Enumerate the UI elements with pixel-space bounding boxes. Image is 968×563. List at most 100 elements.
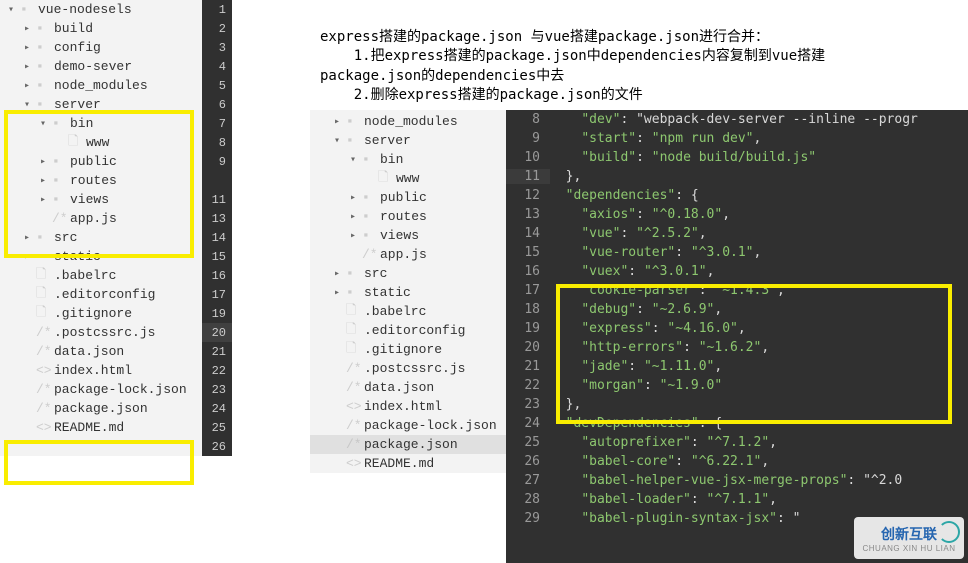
tree-item-.postcssrc.js[interactable]: /*.postcssrc.js20 bbox=[0, 323, 232, 342]
tree-item-server[interactable]: ▾▪server bbox=[310, 131, 506, 150]
gutter-line-number: 19 bbox=[202, 304, 232, 323]
editor-line[interactable]: 8 "dev": "webpack-dev-server --inline --… bbox=[506, 110, 968, 129]
tree-item-.postcssrc.js[interactable]: /*.postcssrc.js bbox=[310, 359, 506, 378]
editor-line[interactable]: 14 "vue": "^2.5.2", bbox=[506, 224, 968, 243]
gutter-line-number: 16 bbox=[202, 266, 232, 285]
tree-item-.gitignore[interactable]: 🗋.gitignore19 bbox=[0, 304, 232, 323]
editor-line[interactable]: 13 "axios": "^0.18.0", bbox=[506, 205, 968, 224]
code-icon: <> bbox=[346, 456, 360, 471]
tree-item-app.js[interactable]: /*app.js13 bbox=[0, 209, 232, 228]
tree-item-.editorconfig[interactable]: 🗋.editorconfig17 bbox=[0, 285, 232, 304]
tree-item-label: README.md bbox=[364, 456, 434, 471]
tree-item-src[interactable]: ▸▪src bbox=[310, 264, 506, 283]
editor-line[interactable]: 11 }, bbox=[506, 167, 968, 186]
editor-line[interactable]: 10 "build": "node build/build.js" bbox=[506, 148, 968, 167]
line-number: 29 bbox=[506, 511, 550, 526]
tree-item-package-lock.json[interactable]: /*package-lock.json23 bbox=[0, 380, 232, 399]
tree-item-label: build bbox=[54, 21, 93, 36]
tree-item-label: views bbox=[380, 228, 419, 243]
tree-item-config[interactable]: ▸▪config3 bbox=[0, 38, 232, 57]
chevron-icon: ▸ bbox=[40, 175, 50, 187]
tree-item-node_modules[interactable]: ▸▪node_modules bbox=[310, 112, 506, 131]
file-icon: 🗋 bbox=[36, 303, 50, 325]
tree-item-label: index.html bbox=[364, 399, 442, 414]
chevron-icon: ▸ bbox=[24, 251, 34, 263]
tree-item-static[interactable]: ▸▪static bbox=[310, 283, 506, 302]
editor-line[interactable]: 18 "debug": "~2.6.9", bbox=[506, 300, 968, 319]
editor-line[interactable]: 23 }, bbox=[506, 395, 968, 414]
editor-line[interactable]: 16 "vuex": "^3.0.1", bbox=[506, 262, 968, 281]
editor-line[interactable]: 24 "devDependencies": { bbox=[506, 414, 968, 433]
tree-item-bin[interactable]: ▾▪bin7 bbox=[0, 114, 232, 133]
chevron-icon: ▸ bbox=[24, 61, 34, 73]
tree-item-README.md[interactable]: <>README.md25 bbox=[0, 418, 232, 437]
tree-item-index.html[interactable]: <>index.html bbox=[310, 397, 506, 416]
logo-ring-icon bbox=[938, 521, 960, 543]
editor-line[interactable]: 27 "babel-helper-vue-jsx-merge-props": "… bbox=[506, 471, 968, 490]
editor-line[interactable]: 25 "autoprefixer": "^7.1.2", bbox=[506, 433, 968, 452]
tree-item-bin[interactable]: ▾▪bin bbox=[310, 150, 506, 169]
tree-item-build[interactable]: ▸▪build2 bbox=[0, 19, 232, 38]
tree-item-label: static bbox=[54, 249, 101, 264]
tree-item-vue-nodesels[interactable]: ▾▪vue-nodesels1 bbox=[0, 0, 232, 19]
tree-item-public[interactable]: ▸▪public9 bbox=[0, 152, 232, 171]
gutter-line-number: 14 bbox=[202, 228, 232, 247]
file-icon: 🗋 bbox=[68, 132, 82, 154]
tree-item-README.md[interactable]: <> README.md bbox=[310, 454, 506, 473]
tree-item-www[interactable]: 🗋 www 8 bbox=[0, 133, 232, 152]
tree-item-package.json[interactable]: /*package.json24 bbox=[0, 399, 232, 418]
tree-item-label: static bbox=[364, 285, 411, 300]
tree-item-routes[interactable]: ▸▪routes bbox=[310, 207, 506, 226]
editor-line[interactable]: 19 "express": "~4.16.0", bbox=[506, 319, 968, 338]
editor-line[interactable]: 22 "morgan": "~1.9.0" bbox=[506, 376, 968, 395]
tree-item-www[interactable]: 🗋www bbox=[310, 169, 506, 188]
editor-line[interactable]: 28 "babel-loader": "^7.1.1", bbox=[506, 490, 968, 509]
tree-item-label: .editorconfig bbox=[364, 323, 465, 338]
tree-item-src[interactable]: ▸▪src14 bbox=[0, 228, 232, 247]
code-text: "express": "~4.16.0", bbox=[550, 321, 746, 336]
tree-item-label: www bbox=[86, 135, 109, 150]
code-text: "vue-router": "^3.0.1", bbox=[550, 245, 761, 260]
tree-item-app.js[interactable]: /*app.js bbox=[310, 245, 506, 264]
tree-item-server[interactable]: ▾▪server6 bbox=[0, 95, 232, 114]
tree-item-.gitignore[interactable]: 🗋.gitignore bbox=[310, 340, 506, 359]
instructions-line3: package.json的dependencies中去 bbox=[320, 68, 564, 84]
tree-item-demo-sever[interactable]: ▸▪demo-sever4 bbox=[0, 57, 232, 76]
code-editor[interactable]: 8 "dev": "webpack-dev-server --inline --… bbox=[506, 110, 968, 563]
tree-item-data.json[interactable]: /*data.json bbox=[310, 378, 506, 397]
js-icon: /* bbox=[346, 418, 360, 433]
chevron-icon: ▸ bbox=[24, 42, 34, 54]
editor-line[interactable]: 17 "cookie-parser": "~1.4.3", bbox=[506, 281, 968, 300]
tree-item-package.json[interactable]: /*package.json bbox=[310, 435, 506, 454]
editor-line[interactable]: 12 "dependencies": { bbox=[506, 186, 968, 205]
tree-item-.babelrc[interactable]: 🗋.babelrc16 bbox=[0, 266, 232, 285]
chevron-icon: ▾ bbox=[8, 4, 18, 16]
tree-item-empty[interactable]: 26 bbox=[0, 437, 232, 456]
editor-line[interactable]: 20 "http-errors": "~1.6.2", bbox=[506, 338, 968, 357]
js-icon: /* bbox=[52, 211, 66, 226]
tree-item-data.json[interactable]: /*data.json21 bbox=[0, 342, 232, 361]
folder-icon: ▪ bbox=[36, 249, 50, 264]
tree-item-label: vue-nodesels bbox=[38, 2, 132, 17]
tree-item-.babelrc[interactable]: 🗋.babelrc bbox=[310, 302, 506, 321]
tree-item-label: index.html bbox=[54, 363, 132, 378]
file-icon: 🗋 bbox=[346, 339, 360, 361]
code-icon: <> bbox=[36, 363, 50, 378]
tree-item-index.html[interactable]: <>index.html22 bbox=[0, 361, 232, 380]
tree-item-static[interactable]: ▸▪static15 bbox=[0, 247, 232, 266]
tree-item-node_modules[interactable]: ▸▪node_modules5 bbox=[0, 76, 232, 95]
tree-item-views[interactable]: ▸▪views bbox=[310, 226, 506, 245]
tree-item-routes[interactable]: ▸▪routes bbox=[0, 171, 232, 190]
js-icon: /* bbox=[36, 401, 50, 416]
tree-item-.editorconfig[interactable]: 🗋.editorconfig bbox=[310, 321, 506, 340]
instructions-line4: 2.删除express搭建的package.json的文件 bbox=[320, 87, 643, 103]
tree-item-public[interactable]: ▸▪public bbox=[310, 188, 506, 207]
editor-line[interactable]: 15 "vue-router": "^3.0.1", bbox=[506, 243, 968, 262]
tree-item-package-lock.json[interactable]: /*package-lock.json bbox=[310, 416, 506, 435]
editor-line[interactable]: 26 "babel-core": "^6.22.1", bbox=[506, 452, 968, 471]
gutter-line-number: 8 bbox=[202, 133, 232, 152]
tree-item-views[interactable]: ▸▪views11 bbox=[0, 190, 232, 209]
editor-line[interactable]: 9 "start": "npm run dev", bbox=[506, 129, 968, 148]
gutter-line-number: 17 bbox=[202, 285, 232, 304]
editor-line[interactable]: 21 "jade": "~1.11.0", bbox=[506, 357, 968, 376]
